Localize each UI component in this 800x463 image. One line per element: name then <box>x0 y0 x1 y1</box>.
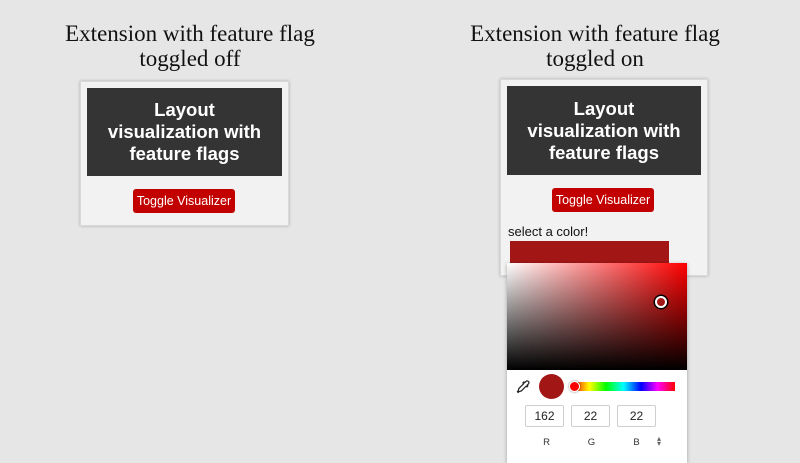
format-toggle-icon[interactable]: ▴ ▾ <box>657 435 665 448</box>
saturation-value-area[interactable] <box>507 263 687 370</box>
green-label: G <box>587 437 596 448</box>
eyedropper-icon[interactable] <box>516 380 530 394</box>
blue-label: B <box>633 437 640 448</box>
toggle-visualizer-button[interactable]: Toggle Visualizer <box>133 189 235 213</box>
extension-popup-flag-on: Layout visualization with feature flags … <box>500 79 708 276</box>
red-value-input[interactable] <box>525 405 564 427</box>
blue-value-input[interactable] <box>617 405 656 427</box>
hue-slider[interactable] <box>569 381 675 392</box>
saturation-handle[interactable] <box>655 296 667 308</box>
popup-header-title: Layout visualization with feature flags <box>87 88 282 176</box>
color-picker-panel: R G B ▴▾ <box>507 263 687 463</box>
caption-flag-on: Extension with feature flag toggled on <box>470 21 720 71</box>
current-color-preview <box>539 374 564 399</box>
green-value-input[interactable] <box>571 405 610 427</box>
extension-popup-flag-off: Layout visualization with feature flags … <box>80 81 289 226</box>
popup-header-title: Layout visualization with feature flags <box>507 86 701 175</box>
select-color-label: select a color! <box>508 224 589 239</box>
red-label: R <box>543 437 550 448</box>
toggle-visualizer-button[interactable]: Toggle Visualizer <box>552 188 654 212</box>
hue-slider-handle[interactable] <box>569 381 580 392</box>
caption-flag-off: Extension with feature flag toggled off <box>65 21 315 71</box>
